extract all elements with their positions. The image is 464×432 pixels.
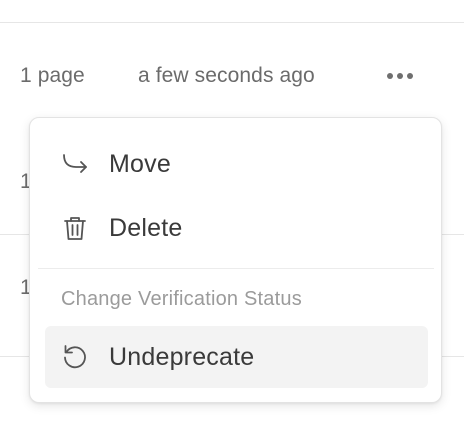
page: 1 page a few seconds ago 1 1 Move Delete… [0, 0, 464, 432]
more-horizontal-icon [387, 73, 393, 79]
row-updated-time: a few seconds ago [138, 64, 315, 87]
row-page-count: 1 page [20, 64, 85, 87]
arrow-move-icon [59, 148, 91, 180]
menu-item-move[interactable]: Move [45, 133, 428, 195]
menu-item-delete[interactable]: Delete [45, 197, 428, 259]
rotate-ccw-icon [59, 341, 91, 373]
menu-section-label: Change Verification Status [61, 288, 302, 310]
menu-item-label: Undeprecate [109, 342, 255, 371]
row-divider [0, 22, 464, 23]
menu-item-label: Delete [109, 213, 183, 242]
more-horizontal-icon-dot [397, 73, 403, 79]
menu-item-label: Move [109, 149, 171, 178]
context-menu: Move Delete Change Verification Status U… [29, 117, 442, 403]
menu-divider [38, 268, 434, 269]
more-horizontal-icon-dot [407, 73, 413, 79]
trash-icon [59, 212, 91, 244]
menu-item-undeprecate[interactable]: Undeprecate [45, 326, 428, 388]
more-options-button[interactable] [378, 60, 422, 92]
